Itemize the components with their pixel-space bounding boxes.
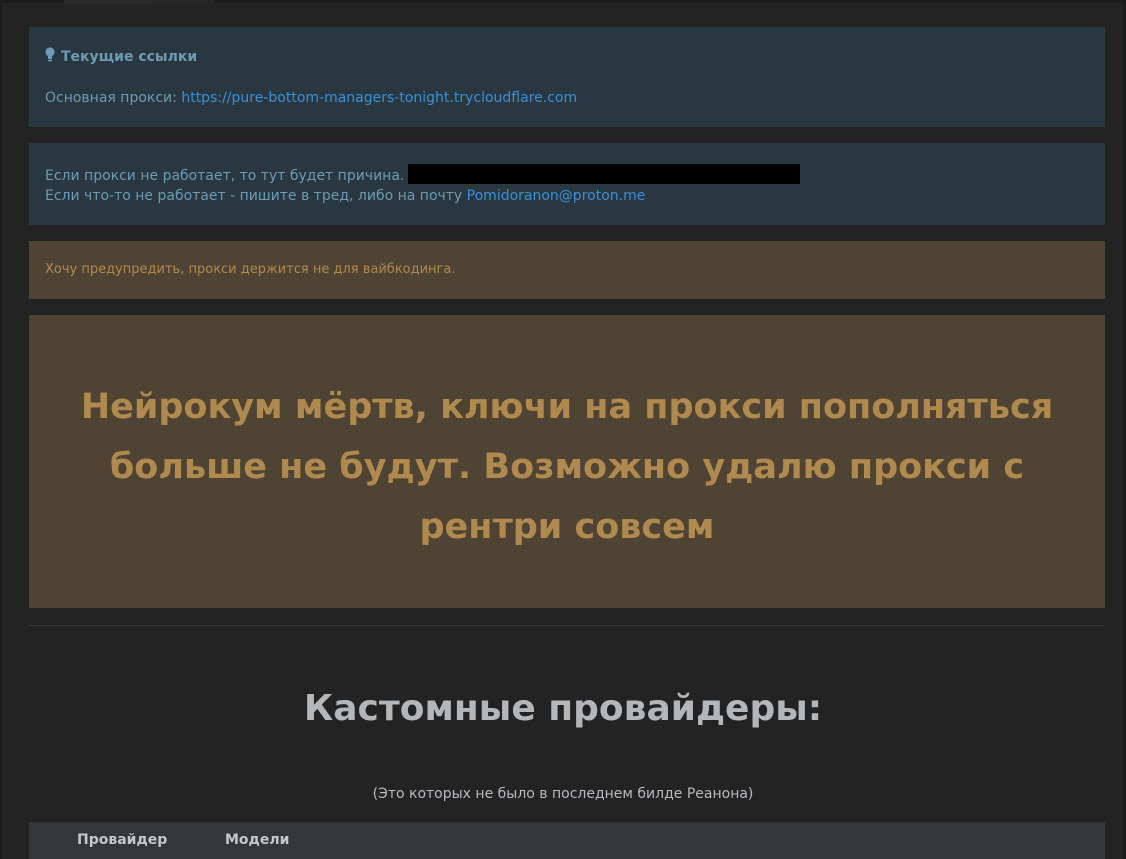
status-reason-line: Если прокси не работает, то тут будет пр…	[45, 164, 801, 184]
column-header-provider: Провайдер	[77, 832, 168, 848]
lightbulb-icon	[45, 47, 55, 67]
current-links-panel: Текущие ссылки Основная прокси: https://…	[29, 27, 1105, 127]
status-contact-line: Если что-то не работает - пишите в тред,…	[45, 188, 645, 204]
status-reason-text: Если прокси не работает, то тут будет пр…	[45, 168, 405, 184]
column-header-models: Модели	[225, 832, 290, 848]
section-divider	[29, 625, 1105, 626]
announcement-text: Нейрокум мёртв, ключи на прокси пополнят…	[80, 386, 1054, 547]
main-proxy-line: Основная прокси: https://pure-bottom-man…	[45, 90, 577, 106]
status-panel: Если прокси не работает, то тут будет пр…	[29, 143, 1105, 225]
redacted-block	[408, 164, 801, 184]
warning-text: Хочу предупредить, прокси держится не дл…	[45, 262, 456, 277]
providers-heading: Кастомные провайдеры:	[303, 688, 823, 729]
providers-note: (Это которых не было в последнем билде Р…	[372, 786, 754, 802]
main-proxy-link[interactable]: https://pure-bottom-managers-tonight.try…	[181, 90, 577, 106]
announcement-panel: Нейрокум мёртв, ключи на прокси пополнят…	[29, 315, 1105, 608]
current-links-title: Текущие ссылки	[45, 47, 197, 67]
top-tab-indicator	[64, 0, 152, 4]
top-tab-indicator-2	[152, 0, 214, 4]
contact-email-link[interactable]: Pomidoranon@proton.me	[467, 188, 646, 204]
status-contact-text: Если что-то не работает - пишите в тред,…	[45, 188, 463, 204]
warning-panel: Хочу предупредить, прокси держится не дл…	[29, 241, 1105, 299]
main-proxy-label: Основная прокси:	[45, 90, 177, 106]
current-links-title-text: Текущие ссылки	[61, 49, 198, 65]
providers-table-header: Провайдер Модели	[29, 822, 1105, 859]
